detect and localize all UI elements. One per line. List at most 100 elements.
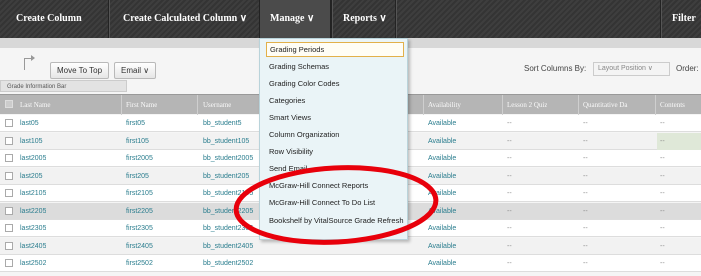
cell-availability: Available — [428, 137, 457, 145]
divider — [660, 0, 661, 38]
cell-quantitative[interactable]: -- — [583, 150, 588, 167]
cell-availability: Available — [428, 120, 457, 127]
cell-quantitative[interactable]: -- — [583, 255, 588, 272]
cell-last-name: last105 — [20, 137, 43, 145]
sort-columns-select[interactable]: Layout Position ∨ — [593, 62, 670, 76]
divider — [331, 0, 332, 38]
row-checkbox[interactable] — [5, 119, 13, 127]
row-checkbox[interactable] — [5, 241, 13, 250]
column-divider — [121, 95, 122, 115]
menu-item-column-organization[interactable]: Column Organization — [266, 127, 404, 142]
email-button[interactable]: Email ∨ — [114, 62, 157, 79]
row-checkbox[interactable] — [5, 154, 13, 162]
cell-quantitative[interactable]: -- — [583, 220, 588, 237]
table-row[interactable]: last2502 first2502 bb_student2502 Available… — [0, 255, 701, 272]
row-checkbox[interactable] — [5, 189, 13, 197]
cell-username: bb_student2502 — [203, 260, 254, 267]
cell-first-name: first105 — [126, 137, 149, 145]
sort-columns-label: Sort Columns By: — [524, 64, 587, 73]
cell-last-name: last2405 — [20, 242, 47, 250]
cell-username: bb_student5 — [203, 120, 242, 127]
cell-last-name: last205 — [20, 172, 43, 180]
cell-lesson-2-quiz[interactable]: -- — [507, 238, 512, 255]
move-up-arrow-icon — [24, 55, 35, 70]
header-availability[interactable]: Availability — [428, 95, 461, 115]
column-divider — [423, 95, 424, 115]
row-checkbox[interactable] — [5, 224, 13, 232]
cell-first-name: first2305 — [126, 225, 153, 232]
cell-last-name: last2305 — [20, 225, 47, 232]
cell-lesson-2-quiz[interactable]: -- — [507, 133, 512, 150]
cell-username: bb_student105 — [203, 137, 250, 145]
cell-first-name: first2405 — [126, 242, 153, 250]
cell-contents[interactable]: -- — [660, 203, 665, 220]
cell-availability: Available — [428, 260, 457, 267]
menu-item-grading-schemas[interactable]: Grading Schemas — [266, 59, 404, 74]
column-divider — [655, 95, 656, 115]
row-checkbox[interactable] — [5, 171, 13, 180]
create-calculated-column-button[interactable]: Create Calculated Column ∨ — [123, 0, 247, 38]
menu-item-grading-color-codes[interactable]: Grading Color Codes — [266, 76, 404, 91]
cell-quantitative[interactable]: -- — [583, 203, 588, 220]
cell-lesson-2-quiz[interactable]: -- — [507, 255, 512, 272]
cell-lesson-2-quiz[interactable]: -- — [507, 150, 512, 167]
cell-contents[interactable]: -- — [660, 238, 665, 255]
cell-first-name: first2105 — [126, 190, 153, 197]
row-checkbox[interactable] — [5, 259, 13, 267]
top-action-bar: Create Column Create Calculated Column ∨… — [0, 0, 701, 38]
menu-item-categories[interactable]: Categories — [266, 93, 404, 108]
cell-lesson-2-quiz[interactable]: -- — [507, 220, 512, 237]
cell-contents[interactable]: -- — [660, 133, 665, 150]
cell-first-name: first2005 — [126, 155, 153, 162]
cell-last-name: last05 — [20, 120, 39, 127]
divider — [108, 0, 109, 38]
cell-contents[interactable]: -- — [660, 255, 665, 272]
cell-lesson-2-quiz[interactable]: -- — [507, 203, 512, 220]
header-quantitative[interactable]: Quantitative Da — [583, 95, 653, 115]
header-first-name[interactable]: First Name — [126, 95, 157, 115]
cell-last-name: last2502 — [20, 260, 47, 267]
reports-menu-button[interactable]: Reports ∨ — [343, 0, 387, 38]
cell-contents[interactable]: -- — [660, 115, 665, 132]
cell-last-name: last2005 — [20, 155, 47, 162]
cell-first-name: first205 — [126, 172, 149, 180]
filter-button[interactable]: Filter — [672, 0, 696, 38]
cell-lesson-2-quiz[interactable]: -- — [507, 115, 512, 132]
menu-item-row-visibility[interactable]: Row Visibility — [266, 144, 404, 159]
cell-quantitative[interactable]: -- — [583, 168, 588, 185]
grade-information-bar-toggle[interactable]: Grade Information Bar — [0, 80, 127, 92]
divider — [395, 0, 396, 38]
cell-quantitative[interactable]: -- — [583, 133, 588, 150]
header-contents[interactable]: Contents — [660, 95, 685, 115]
cell-first-name: first05 — [126, 120, 146, 127]
cell-last-name: last2205 — [20, 207, 47, 215]
cell-contents[interactable]: -- — [660, 185, 665, 202]
cell-lesson-2-quiz[interactable]: -- — [507, 185, 512, 202]
menu-item-smart-views[interactable]: Smart Views — [266, 110, 404, 125]
create-column-button[interactable]: Create Column — [16, 0, 82, 38]
cell-first-name: first2502 — [126, 260, 153, 267]
header-last-name[interactable]: Last Name — [20, 95, 51, 115]
select-all-checkbox[interactable] — [5, 100, 13, 108]
move-to-top-button[interactable]: Move To Top — [50, 62, 110, 79]
header-username[interactable]: Username — [203, 95, 231, 115]
row-checkbox[interactable] — [5, 136, 13, 145]
cell-contents[interactable]: -- — [660, 150, 665, 167]
manage-menu-button[interactable]: Manage ∨ — [270, 0, 314, 38]
column-divider — [502, 95, 503, 115]
cell-quantitative[interactable]: -- — [583, 238, 588, 255]
cell-contents[interactable]: -- — [660, 220, 665, 237]
annotation-ellipse — [233, 165, 439, 245]
cell-contents[interactable]: -- — [660, 168, 665, 185]
cell-quantitative[interactable]: -- — [583, 115, 588, 132]
cell-last-name: last2105 — [20, 190, 47, 197]
order-label: Order: — [676, 64, 699, 73]
menu-item-grading-periods[interactable]: Grading Periods — [266, 42, 404, 57]
column-divider — [197, 95, 198, 115]
cell-quantitative[interactable]: -- — [583, 185, 588, 202]
row-checkbox[interactable] — [5, 206, 13, 215]
column-divider — [578, 95, 579, 115]
cell-first-name: first2205 — [126, 207, 153, 215]
header-lesson-2-quiz[interactable]: Lesson 2 Quiz — [507, 95, 547, 115]
cell-lesson-2-quiz[interactable]: -- — [507, 168, 512, 185]
